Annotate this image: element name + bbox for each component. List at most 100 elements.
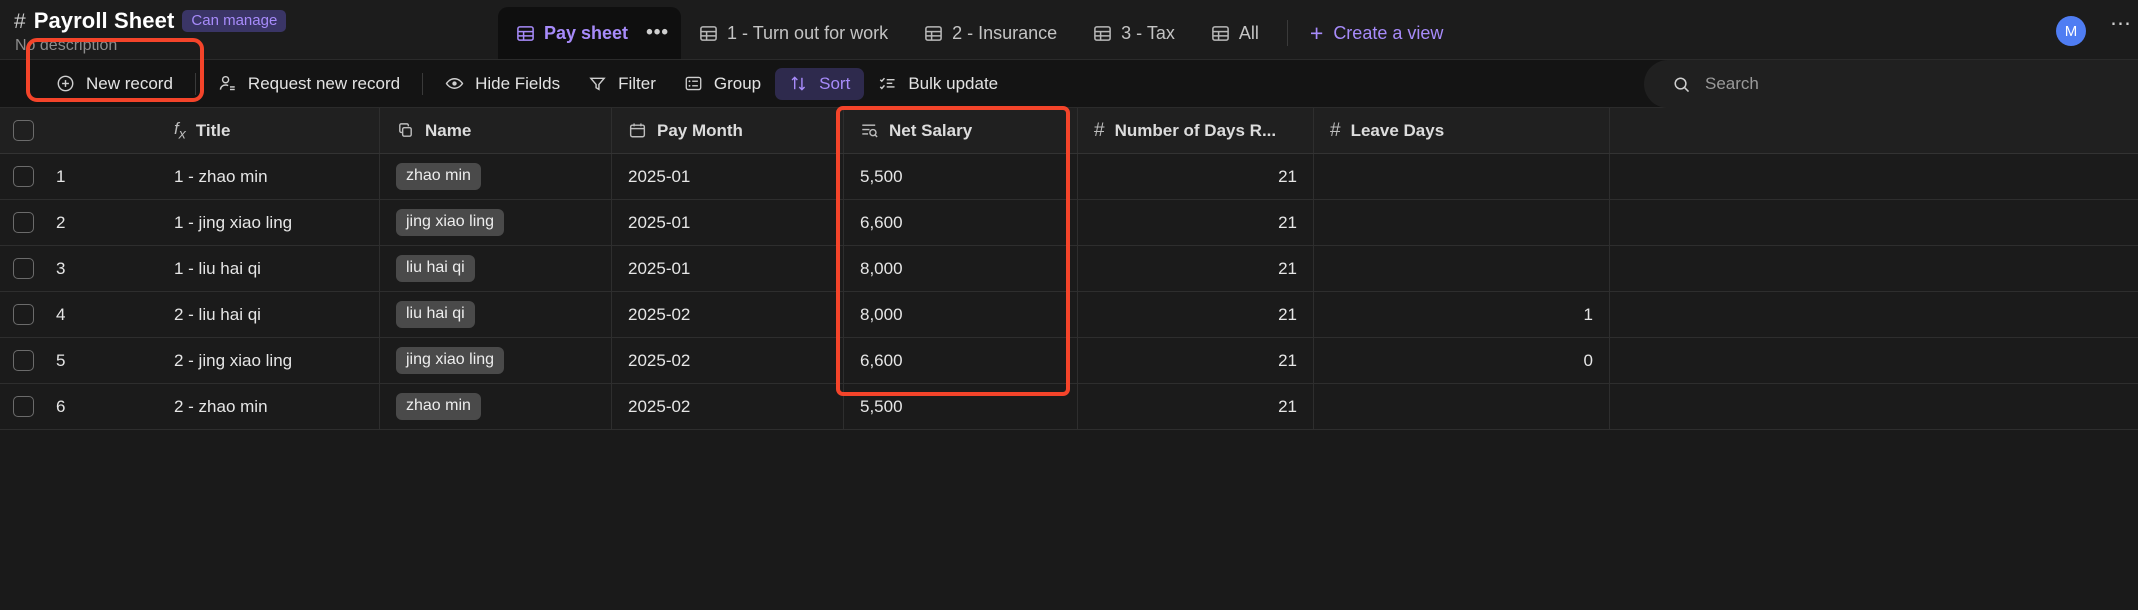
row-checkbox[interactable] [12,396,34,417]
cell-title[interactable]: 1 - zhao min [158,154,380,199]
linked-record-chip[interactable]: jing xiao ling [396,347,505,374]
table-row[interactable]: 3 1 - liu hai qi liu hai qi 2025-01 8,00… [0,246,2138,292]
cell-number-of-days[interactable]: 21 [1078,292,1314,337]
row-checkbox[interactable] [12,350,34,371]
table-icon [516,24,535,43]
cell-net-salary[interactable]: 6,600 [844,338,1078,383]
table-row[interactable]: 4 2 - liu hai qi liu hai qi 2025-02 8,00… [0,292,2138,338]
cell-net-salary[interactable]: 8,000 [844,246,1078,291]
cell-title[interactable]: 2 - jing xiao ling [158,338,380,383]
row-index: 3 [56,258,66,278]
select-all-checkbox[interactable] [12,120,34,141]
divider [422,72,424,95]
view-tabs: Pay sheet ••• 1 - Turn out for work 2 - … [498,7,1455,59]
cell-leave-days[interactable] [1314,154,1610,199]
cell-number-of-days[interactable]: 21 [1078,246,1314,291]
cell-name[interactable]: jing xiao ling [380,200,612,245]
cell-net-salary[interactable]: 8,000 [844,292,1078,337]
row-index: 1 [56,166,66,186]
tab-overflow-icon[interactable]: ••• [646,23,669,42]
linked-record-chip[interactable]: zhao min [396,163,481,190]
linked-record-chip[interactable]: liu hai qi [396,255,475,282]
column-header-number-of-days[interactable]: # Number of Days R... [1078,108,1314,153]
cell-name[interactable]: liu hai qi [380,292,612,337]
cell-number-of-days[interactable]: 21 [1078,384,1314,429]
column-header-net-salary[interactable]: Net Salary [844,108,1078,153]
column-header-name[interactable]: Name [380,108,612,153]
sort-icon [789,74,808,93]
cell-pay-month[interactable]: 2025-01 [612,246,844,291]
tab-3-tax[interactable]: 3 - Tax [1075,7,1193,59]
table-row[interactable]: 2 1 - jing xiao ling jing xiao ling 2025… [0,200,2138,246]
cell-pay-month[interactable]: 2025-02 [612,292,844,337]
cell-title[interactable]: 1 - liu hai qi [158,246,380,291]
row-index: 5 [56,350,66,370]
cell-leave-days[interactable] [1314,200,1610,245]
cell-net-salary[interactable]: 5,500 [844,384,1078,429]
divider [194,72,196,95]
tab-2-insurance[interactable]: 2 - Insurance [906,7,1075,59]
row-index: 4 [56,304,66,324]
group-icon [684,74,703,93]
cell-leave-days[interactable]: 1 [1314,292,1610,337]
avatar[interactable]: M [2056,16,2086,46]
cell-pay-month[interactable]: 2025-01 [612,200,844,245]
tab-all[interactable]: All [1193,7,1277,59]
linked-record-chip[interactable]: jing xiao ling [396,209,505,236]
group-button[interactable]: Group [670,68,775,100]
hide-fields-button[interactable]: Hide Fields [431,68,574,100]
tab-label: Pay sheet [544,22,629,43]
linked-record-chip[interactable]: liu hai qi [396,301,475,328]
row-checkbox[interactable] [12,304,34,325]
table-row[interactable]: 6 2 - zhao min zhao min 2025-02 5,500 21 [0,384,2138,430]
cell-net-salary[interactable]: 5,500 [844,154,1078,199]
page-title: Payroll Sheet [33,8,175,33]
divider [1286,20,1288,46]
tab-pay-sheet[interactable]: Pay sheet ••• [498,7,682,59]
bulk-update-button[interactable]: Bulk update [864,68,1012,100]
cell-leave-days[interactable] [1314,384,1610,429]
row-checkbox[interactable] [12,212,34,233]
cell-pay-month[interactable]: 2025-01 [612,154,844,199]
table-row[interactable]: 1 1 - zhao min zhao min 2025-01 5,500 21 [0,154,2138,200]
row-index: 6 [56,396,66,416]
select-all-checkbox-cell [0,108,46,153]
cell-name[interactable]: zhao min [380,154,612,199]
column-label: Title [195,120,231,140]
filter-button[interactable]: Filter [574,68,670,100]
cell-number-of-days[interactable]: 21 [1078,200,1314,245]
row-checkbox-cell [0,200,46,245]
column-header-pay-month[interactable]: Pay Month [612,108,844,153]
overflow-menu-icon[interactable]: ⋯ [2110,13,2132,33]
cell-name[interactable]: liu hai qi [380,246,612,291]
sort-label: Sort [819,73,851,93]
column-header-title[interactable]: fx Title [158,108,380,153]
row-checkbox[interactable] [12,166,34,187]
cell-name[interactable]: zhao min [380,384,612,429]
cell-number-of-days[interactable]: 21 [1078,154,1314,199]
linked-record-chip[interactable]: zhao min [396,393,481,420]
formula-icon: fx [174,118,186,143]
column-header-leave-days[interactable]: # Leave Days [1314,108,1610,153]
cell-title[interactable]: 2 - liu hai qi [158,292,380,337]
cell-name[interactable]: jing xiao ling [380,338,612,383]
cell-pay-month[interactable]: 2025-02 [612,338,844,383]
row-checkbox-cell [0,154,46,199]
cell-title[interactable]: 2 - zhao min [158,384,380,429]
cell-net-salary[interactable]: 6,600 [844,200,1078,245]
search-placeholder: Search [1705,74,1759,93]
tab-1-turn-out-for-work[interactable]: 1 - Turn out for work [681,7,906,59]
cell-title[interactable]: 1 - jing xiao ling [158,200,380,245]
cell-leave-days[interactable] [1314,246,1610,291]
table-row[interactable]: 5 2 - jing xiao ling jing xiao ling 2025… [0,338,2138,384]
sort-button[interactable]: Sort [775,67,865,100]
cell-leave-days[interactable]: 0 [1314,338,1610,383]
new-record-button[interactable]: New record [42,68,187,100]
search-input[interactable]: Search [1644,60,2138,108]
cell-number-of-days[interactable]: 21 [1078,338,1314,383]
row-index-header [46,108,158,153]
row-checkbox[interactable] [12,258,34,279]
cell-pay-month[interactable]: 2025-02 [612,384,844,429]
request-new-record-button[interactable]: Request new record [204,68,414,100]
create-view-button[interactable]: + Create a view [1298,21,1456,45]
